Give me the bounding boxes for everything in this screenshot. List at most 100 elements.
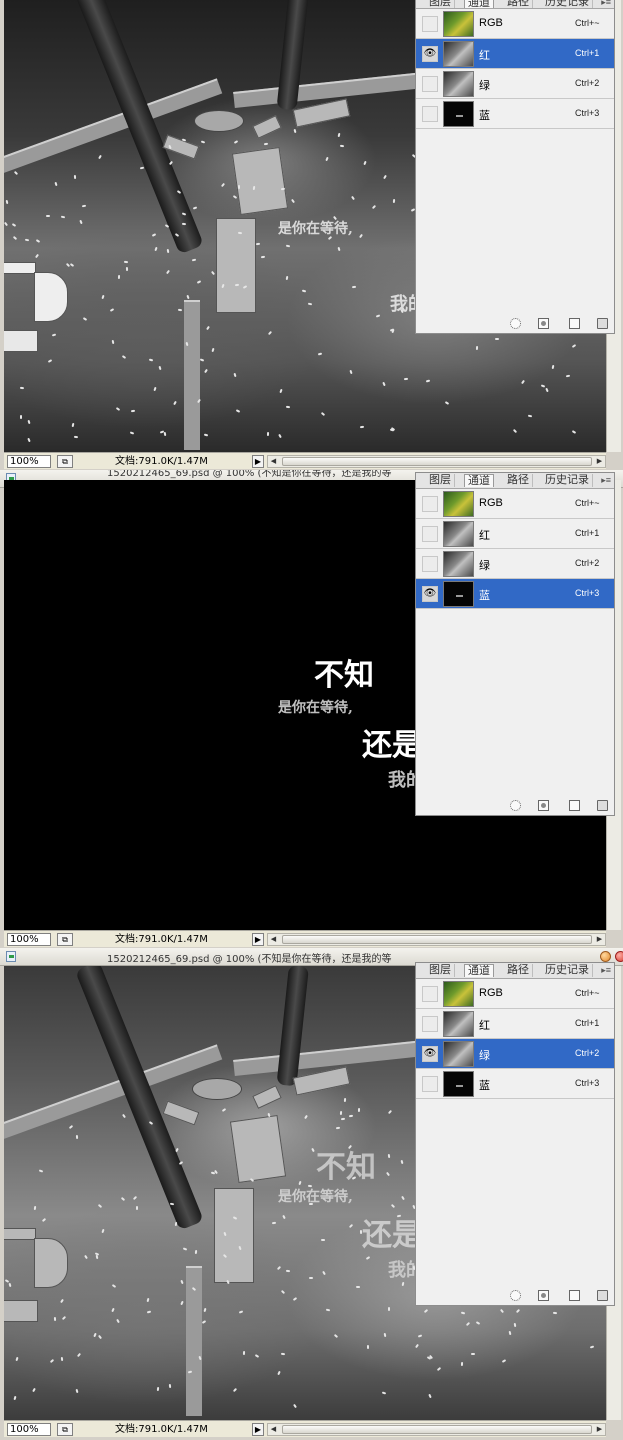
- dotted-circle-icon[interactable]: [510, 800, 521, 811]
- dotted-circle-icon[interactable]: [510, 318, 521, 329]
- navigator-icon[interactable]: ⧉: [57, 1423, 73, 1436]
- zoom-field[interactable]: 100%: [7, 1423, 51, 1436]
- panel-menu-icon[interactable]: ▸≡: [601, 475, 611, 486]
- scroll-right-icon[interactable]: ▶: [594, 1424, 605, 1435]
- panel-menu-icon[interactable]: ▸≡: [601, 0, 611, 8]
- eye-icon[interactable]: 👁: [422, 1046, 438, 1062]
- leaf-decoration: [348, 1114, 354, 1118]
- visibility-toggle[interactable]: [422, 556, 438, 572]
- visibility-toggle[interactable]: [422, 16, 438, 32]
- status-menu-arrow-icon[interactable]: ▶: [252, 455, 264, 468]
- trash-icon[interactable]: [597, 1290, 608, 1301]
- zoom-field[interactable]: 100%: [7, 933, 51, 946]
- leaf-decoration: [389, 428, 395, 432]
- channel-thumbnail: [443, 11, 474, 37]
- leaf-decoration: [343, 1097, 347, 1103]
- channel-row-red[interactable]: 红 Ctrl+1: [416, 1009, 614, 1039]
- channel-row-red[interactable]: 👁 红 Ctrl+1: [416, 39, 614, 69]
- visibility-toggle[interactable]: [422, 76, 438, 92]
- mask-icon[interactable]: [538, 800, 549, 811]
- channel-row-rgb[interactable]: RGB Ctrl+~: [416, 489, 614, 519]
- leaf-decoration: [383, 1332, 387, 1338]
- new-page-icon[interactable]: [569, 1290, 580, 1301]
- leaf-decoration: [82, 317, 88, 321]
- scroll-right-icon[interactable]: ▶: [594, 456, 605, 467]
- channel-name: 蓝: [479, 110, 490, 122]
- channel-row-blue[interactable]: 蓝 Ctrl+3: [416, 1069, 614, 1099]
- scroll-thumb[interactable]: [282, 457, 592, 466]
- tab-paths[interactable]: 路径: [504, 474, 533, 487]
- horizontal-scrollbar[interactable]: ◀ ▶: [267, 933, 606, 946]
- trash-icon[interactable]: [597, 800, 608, 811]
- status-menu-arrow-icon[interactable]: ▶: [252, 1423, 264, 1436]
- scroll-left-icon[interactable]: ◀: [268, 1424, 279, 1435]
- channel-shortcut: Ctrl+~: [575, 18, 600, 28]
- tab-paths[interactable]: 路径: [504, 964, 533, 977]
- leaf-decoration: [365, 1256, 371, 1260]
- leaf-decoration: [163, 431, 167, 437]
- leaf-decoration: [280, 1352, 286, 1356]
- channel-row-rgb[interactable]: RGB Ctrl+~: [416, 9, 614, 39]
- channel-row-rgb[interactable]: RGB Ctrl+~: [416, 979, 614, 1009]
- eye-icon[interactable]: 👁: [422, 586, 438, 602]
- navigator-icon[interactable]: ⧉: [57, 455, 73, 468]
- new-page-icon[interactable]: [569, 800, 580, 811]
- status-menu-arrow-icon[interactable]: ▶: [252, 933, 264, 946]
- horizontal-scrollbar[interactable]: ◀ ▶: [267, 1423, 606, 1436]
- channel-row-green[interactable]: 绿 Ctrl+2: [416, 69, 614, 99]
- panel-menu-icon[interactable]: ▸≡: [601, 965, 611, 976]
- leaf-decoration: [169, 1202, 175, 1206]
- horizontal-scrollbar[interactable]: ◀ ▶: [267, 455, 606, 468]
- channel-name: 绿: [479, 560, 490, 572]
- trash-icon[interactable]: [597, 318, 608, 329]
- channel-thumbnail: [443, 521, 474, 547]
- scroll-thumb[interactable]: [282, 1425, 592, 1434]
- tab-history[interactable]: 历史记录: [542, 0, 593, 8]
- minimize-icon[interactable]: [600, 951, 611, 962]
- tab-layers[interactable]: 图层: [426, 964, 455, 977]
- visibility-toggle[interactable]: [422, 496, 438, 512]
- tab-channels[interactable]: 通道: [464, 474, 494, 487]
- tab-channels[interactable]: 通道: [464, 0, 494, 8]
- visibility-toggle[interactable]: [422, 526, 438, 542]
- channel-row-blue[interactable]: 👁 蓝 Ctrl+3: [416, 579, 614, 609]
- overlay-text-line1: 不知: [314, 658, 374, 693]
- channel-row-green[interactable]: 绿 Ctrl+2: [416, 549, 614, 579]
- tab-channels[interactable]: 通道: [464, 964, 494, 977]
- tab-layers[interactable]: 图层: [426, 0, 455, 8]
- mask-icon[interactable]: [538, 1290, 549, 1301]
- tab-paths[interactable]: 路径: [504, 0, 533, 8]
- zoom-field[interactable]: 100%: [7, 455, 51, 468]
- channel-row-green[interactable]: 👁 绿 Ctrl+2: [416, 1039, 614, 1069]
- visibility-toggle[interactable]: [422, 1076, 438, 1092]
- tab-history[interactable]: 历史记录: [542, 474, 593, 487]
- close-icon[interactable]: [615, 951, 623, 962]
- leaf-decoration: [285, 405, 291, 409]
- channel-row-blue[interactable]: 蓝 Ctrl+3: [416, 99, 614, 129]
- stone-bench: [162, 1100, 200, 1126]
- scroll-thumb[interactable]: [282, 935, 592, 944]
- channel-row-red[interactable]: 红 Ctrl+1: [416, 519, 614, 549]
- leaf-decoration: [203, 433, 209, 437]
- leaf-decoration: [13, 170, 19, 176]
- new-page-icon[interactable]: [569, 318, 580, 329]
- tab-history[interactable]: 历史记录: [542, 964, 593, 977]
- leaf-decoration: [73, 174, 77, 180]
- status-bar: 100% ⧉ 文档:791.0K/1.47M ▶ ◀ ▶: [4, 452, 606, 469]
- scroll-right-icon[interactable]: ▶: [594, 934, 605, 945]
- scroll-left-icon[interactable]: ◀: [268, 934, 279, 945]
- mask-icon[interactable]: [538, 318, 549, 329]
- leaf-decoration: [201, 1320, 207, 1324]
- visibility-toggle[interactable]: [422, 106, 438, 122]
- eye-icon[interactable]: 👁: [422, 46, 438, 62]
- tab-layers[interactable]: 图层: [426, 474, 455, 487]
- window-title: 1520212465_69.psd @ 100% (不知是你在等待，还是我的等: [107, 470, 392, 479]
- leaf-decoration: [254, 1354, 260, 1358]
- leaf-decoration: [34, 253, 40, 259]
- leaf-decoration: [428, 1393, 432, 1399]
- scroll-left-icon[interactable]: ◀: [268, 456, 279, 467]
- visibility-toggle[interactable]: [422, 1016, 438, 1032]
- visibility-toggle[interactable]: [422, 986, 438, 1002]
- navigator-icon[interactable]: ⧉: [57, 933, 73, 946]
- dotted-circle-icon[interactable]: [510, 1290, 521, 1301]
